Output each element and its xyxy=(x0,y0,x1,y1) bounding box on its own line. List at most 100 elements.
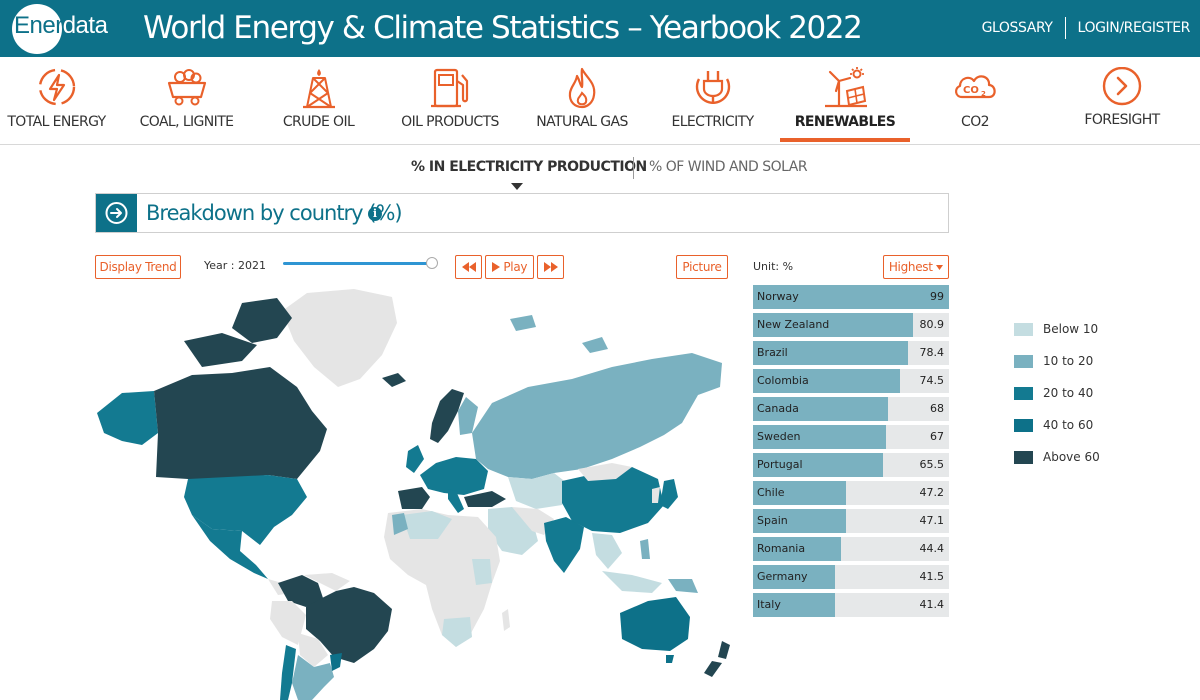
arrow-right-circle-icon xyxy=(105,202,128,224)
info-icon[interactable]: i xyxy=(368,207,382,221)
ranking-value: 44.4 xyxy=(919,542,945,555)
ranking-row[interactable]: Sweden 67 xyxy=(753,425,949,449)
tab-oil-products[interactable]: OIL PRODUCTS xyxy=(400,57,500,145)
map-region-india[interactable] xyxy=(544,517,584,573)
map-region-madagascar[interactable] xyxy=(502,609,510,631)
ranking-value: 47.2 xyxy=(919,486,945,499)
unit-label: Unit: % xyxy=(753,260,794,273)
year-slider-track[interactable] xyxy=(283,262,432,265)
map-region-canada[interactable] xyxy=(154,367,327,479)
ranking-row[interactable]: Spain 47.1 xyxy=(753,509,949,533)
world-map[interactable] xyxy=(92,283,752,700)
ranking-row[interactable]: Norway 99 xyxy=(753,285,949,309)
map-region-iberia[interactable] xyxy=(398,487,430,509)
ranking-value: 65.5 xyxy=(919,458,945,471)
flame-icon xyxy=(568,67,596,109)
map-region-alaska[interactable] xyxy=(97,391,158,445)
tab-foresight[interactable]: FORESIGHT xyxy=(1072,57,1172,145)
legend-label: 10 to 20 xyxy=(1043,354,1094,368)
section-toggle[interactable] xyxy=(96,194,137,232)
tab-electricity[interactable]: ELECTRICITY xyxy=(665,57,760,145)
top-header: Enerdata World Energy & Climate Statisti… xyxy=(0,0,1200,57)
display-trend-button[interactable]: Display Trend xyxy=(95,255,181,279)
ranking-row[interactable]: Canada 68 xyxy=(753,397,949,421)
ranking-country: Norway xyxy=(757,290,799,303)
play-button[interactable]: Play xyxy=(485,255,534,279)
map-region-russia[interactable] xyxy=(472,353,722,479)
ranking-country: Canada xyxy=(757,402,799,415)
map-region-severnaya[interactable] xyxy=(582,337,608,353)
map-region-europe[interactable] xyxy=(420,457,488,495)
ranking-row[interactable]: Italy 41.4 xyxy=(753,593,949,617)
legend-item[interactable]: Above 60 xyxy=(1014,448,1164,468)
tab-total-energy[interactable]: TOTAL ENERGY xyxy=(5,57,108,145)
logo[interactable]: Enerdata xyxy=(14,12,108,40)
rewind-button[interactable] xyxy=(455,255,482,279)
tab-co2[interactable]: CO 2 CO2 xyxy=(930,57,1020,145)
plug-icon xyxy=(695,71,730,104)
map-region-philippines[interactable] xyxy=(640,539,650,559)
ranking-row[interactable]: Romania 44.4 xyxy=(753,537,949,561)
ranking-country: Colombia xyxy=(757,374,809,387)
legend-label: Above 60 xyxy=(1043,450,1100,464)
map-region-uk[interactable] xyxy=(406,445,424,473)
map-region-turkey[interactable] xyxy=(464,491,506,507)
subtab-electricity-production[interactable]: % IN ELECTRICITY PRODUCTION xyxy=(411,159,647,175)
legend-item[interactable]: 40 to 60 xyxy=(1014,416,1164,436)
mine-cart-icon xyxy=(167,69,206,106)
sort-dropdown[interactable]: Highest xyxy=(883,255,949,279)
ranking-row[interactable]: Chile 47.2 xyxy=(753,481,949,505)
legend-swatch xyxy=(1014,451,1033,464)
map-region-se-asia[interactable] xyxy=(592,533,622,569)
tab-renewables[interactable]: RENEWABLES xyxy=(782,57,908,145)
ranking-row[interactable]: Brazil 78.4 xyxy=(753,341,949,365)
co2-cloud-icon: CO 2 xyxy=(955,75,996,99)
map-region-new-zealand[interactable] xyxy=(704,641,730,677)
ranking-value: 80.9 xyxy=(919,318,945,331)
ranking-country: Spain xyxy=(757,514,788,527)
energy-nav: TOTAL ENERGY COAL, LIGNITE CRUDE OIL OIL… xyxy=(0,57,1200,145)
map-region-png[interactable] xyxy=(668,579,698,593)
map-region-indonesia[interactable] xyxy=(602,571,662,593)
map-region-iceland[interactable] xyxy=(382,373,406,387)
login-register-link[interactable]: LOGIN/REGISTER xyxy=(1078,20,1191,36)
link-divider xyxy=(1064,17,1066,39)
ranking-country: Portugal xyxy=(757,458,803,471)
map-region-usa[interactable] xyxy=(184,475,307,545)
ranking-value: 68 xyxy=(930,402,944,415)
section-title: Breakdown by country (%) xyxy=(146,201,403,225)
picture-button[interactable]: Picture xyxy=(676,255,728,279)
ranking-value: 74.5 xyxy=(919,374,945,387)
map-region-canada-islands[interactable] xyxy=(232,298,292,343)
legend-label: 20 to 40 xyxy=(1043,386,1094,400)
tab-natural-gas[interactable]: NATURAL GAS xyxy=(532,57,632,145)
year-slider-handle[interactable] xyxy=(426,257,438,269)
active-tab-indicator xyxy=(780,138,910,142)
map-region-japan[interactable] xyxy=(660,479,678,509)
ranking-country: Brazil xyxy=(757,346,788,359)
ranking-row[interactable]: Colombia 74.5 xyxy=(753,369,949,393)
lightning-icon xyxy=(38,68,75,106)
glossary-link[interactable]: GLOSSARY xyxy=(982,20,1053,36)
map-region-south-africa[interactable] xyxy=(442,617,472,647)
tab-coal-lignite[interactable]: COAL, LIGNITE xyxy=(135,57,238,145)
map-region-uruguay[interactable] xyxy=(330,653,342,671)
legend-item[interactable]: Below 10 xyxy=(1014,320,1164,340)
legend-item[interactable]: 10 to 20 xyxy=(1014,352,1164,372)
ranking-row[interactable]: Portugal 65.5 xyxy=(753,453,949,477)
legend-item[interactable]: 20 to 40 xyxy=(1014,384,1164,404)
map-region-novaya-zemlya[interactable] xyxy=(510,315,536,331)
sub-tabs: % IN ELECTRICITY PRODUCTION % OF WIND AN… xyxy=(0,157,1200,181)
ranking-row[interactable]: Germany 41.5 xyxy=(753,565,949,589)
map-region-greenland[interactable] xyxy=(282,289,397,387)
top-links: GLOSSARY LOGIN/REGISTER xyxy=(982,17,1190,39)
ranking-row[interactable]: New Zealand 80.9 xyxy=(753,313,949,337)
map-region-chile[interactable] xyxy=(280,645,296,700)
fast-forward-button[interactable] xyxy=(537,255,564,279)
svg-text:CO: CO xyxy=(963,85,979,96)
subtab-wind-solar[interactable]: % OF WIND AND SOLAR xyxy=(649,159,808,175)
map-region-australia[interactable] xyxy=(620,597,690,651)
map-region-tasmania[interactable] xyxy=(666,655,674,663)
ranking-country: New Zealand xyxy=(757,318,830,331)
tab-crude-oil[interactable]: CRUDE OIL xyxy=(270,57,367,145)
